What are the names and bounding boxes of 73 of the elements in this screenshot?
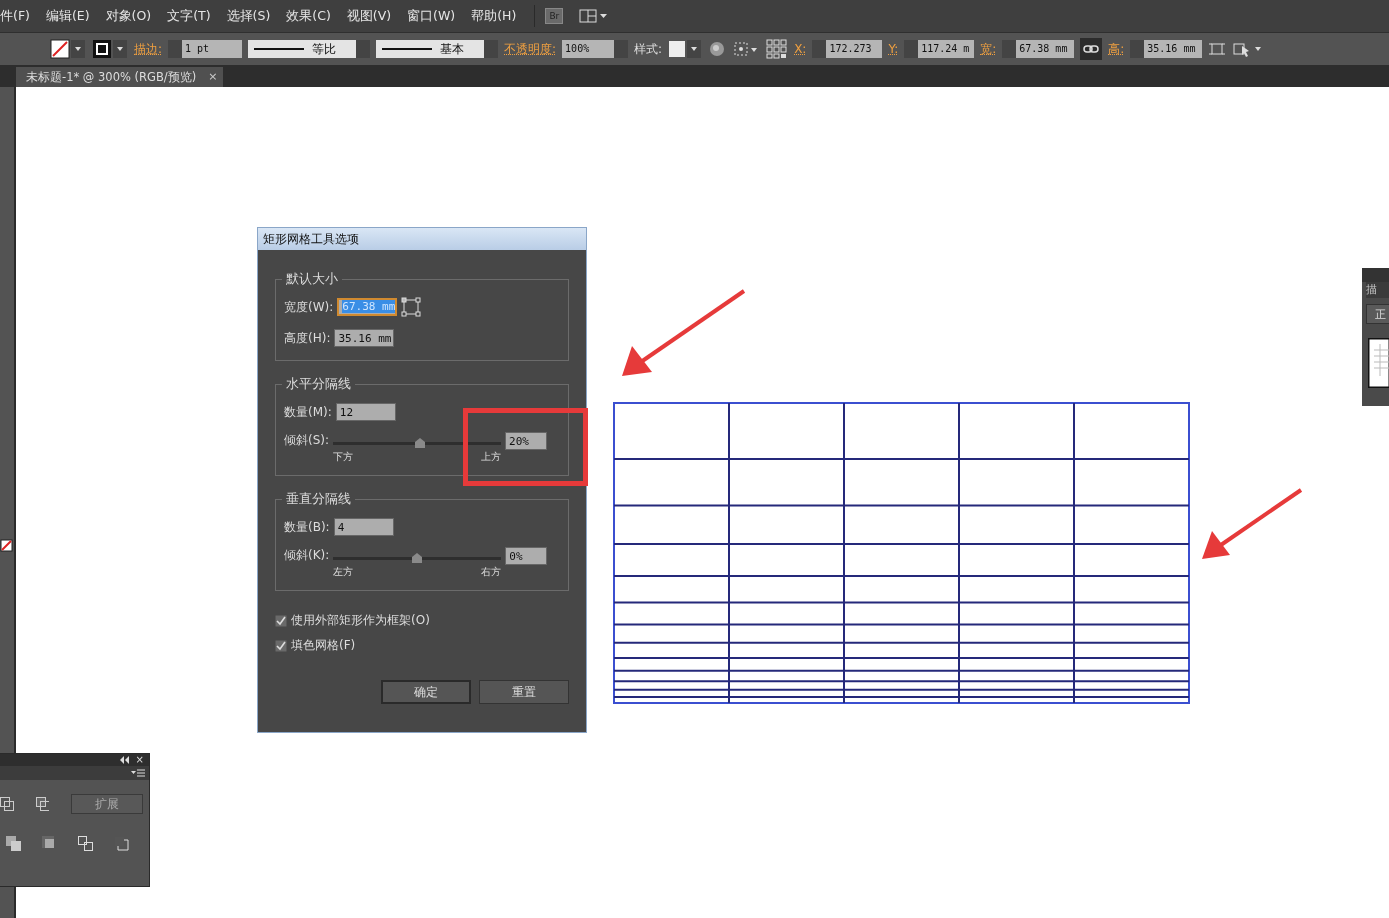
stroke-swatch-icon[interactable] (92, 39, 128, 59)
stroke-weight-field[interactable]: 1 pt (168, 40, 243, 58)
group-legend: 垂直分隔线 (282, 491, 355, 508)
close-button[interactable]: × (135, 755, 144, 765)
field-label: 数量(M): (284, 403, 332, 421)
tab-close-button[interactable]: × (208, 67, 218, 87)
slider-min-label: 左方 (333, 565, 354, 579)
slider-max-label: 上方 (481, 450, 502, 464)
dialog-title: 矩形网格工具选项 (258, 228, 586, 250)
skew-input[interactable]: 20% (505, 432, 548, 450)
collapse-icon[interactable] (119, 756, 130, 764)
y-label: Y: (888, 42, 899, 56)
field-label: 倾斜(K): (284, 547, 330, 564)
x-field[interactable]: 172.273 (812, 40, 883, 58)
panel-title: 描 (1366, 282, 1389, 298)
intersect-icon[interactable] (0, 797, 14, 811)
ok-button[interactable]: 确定 (381, 680, 471, 704)
link-icon[interactable] (1080, 38, 1103, 60)
stroke-label: 描边: (134, 40, 163, 58)
width-label: 宽: (980, 40, 997, 58)
menu-item[interactable]: 选择(S) (218, 7, 279, 25)
panel-menu-icon[interactable] (131, 769, 145, 777)
checkbox[interactable] (275, 614, 287, 627)
menu-item[interactable]: 编辑(E) (37, 7, 98, 25)
height-field[interactable]: 35.16 mm (1130, 40, 1203, 58)
panel-button[interactable]: 正 (1366, 304, 1389, 324)
skew-input[interactable]: 0% (505, 547, 548, 565)
height-label: 高: (1108, 40, 1125, 58)
document-tab[interactable]: 未标题-1* @ 300% (RGB/预览) × (16, 67, 224, 87)
divide-icon[interactable] (6, 836, 22, 852)
menu-item[interactable]: 帮助(H) (463, 7, 525, 25)
slider-max-label: 右方 (481, 565, 502, 579)
menu-item[interactable]: 件(F) (0, 7, 38, 25)
table-preview-icon (1368, 338, 1389, 388)
merge-icon[interactable] (78, 836, 94, 852)
group-legend: 默认大小 (282, 271, 342, 288)
count-input[interactable]: 12 (335, 403, 396, 421)
checkbox-label: 填色网格(F) (291, 637, 356, 654)
align-icon[interactable] (1208, 40, 1227, 58)
field-label: 数量(B): (284, 518, 330, 536)
field-label: 宽度(W): (284, 298, 334, 316)
field-label: 高度(H): (284, 329, 331, 347)
reference-corner-icon[interactable] (401, 297, 422, 317)
menu-item[interactable]: 对象(O) (97, 7, 160, 25)
layout-icon[interactable] (579, 8, 610, 24)
fill-swatch-icon[interactable] (50, 39, 86, 59)
count-input[interactable]: 4 (333, 518, 394, 536)
slider-min-label: 下方 (333, 450, 354, 464)
style-label: 样式: (634, 40, 663, 58)
y-field[interactable]: 117.24 m (904, 40, 975, 58)
opacity-field[interactable]: 100% (562, 40, 629, 58)
checkbox-label: 使用外部矩形作为框架(O) (291, 612, 430, 629)
exclude-icon[interactable] (35, 797, 50, 811)
checkbox-option[interactable]: 使用外部矩形作为框架(O) (275, 613, 569, 628)
checkbox[interactable] (275, 639, 287, 652)
menu-item[interactable]: 视图(V) (338, 7, 400, 25)
menu-item[interactable]: 文字(T) (159, 7, 219, 25)
group-legend: 水平分隔线 (282, 376, 355, 393)
style-swatch-icon[interactable] (668, 39, 703, 59)
checkbox-option[interactable]: 填色网格(F) (275, 638, 569, 653)
reference-point-icon[interactable] (766, 39, 789, 59)
reset-button[interactable]: 重置 (479, 680, 569, 704)
x-label: X: (794, 42, 807, 56)
menu-item[interactable]: 窗口(W) (399, 7, 464, 25)
width-field[interactable]: 67.38 mm (1002, 40, 1075, 58)
field-label: 倾斜(S): (284, 432, 330, 449)
brush-dropdown[interactable]: 基本 (376, 40, 499, 58)
profile-dropdown[interactable]: 等比 (248, 40, 371, 58)
height-input[interactable]: 35.16 mm (334, 329, 395, 347)
slider-thumb[interactable] (415, 438, 426, 448)
opacity-label: 不透明度: (504, 40, 557, 58)
menu-item[interactable]: 效果(C) (278, 7, 339, 25)
slider-thumb[interactable] (412, 553, 423, 563)
